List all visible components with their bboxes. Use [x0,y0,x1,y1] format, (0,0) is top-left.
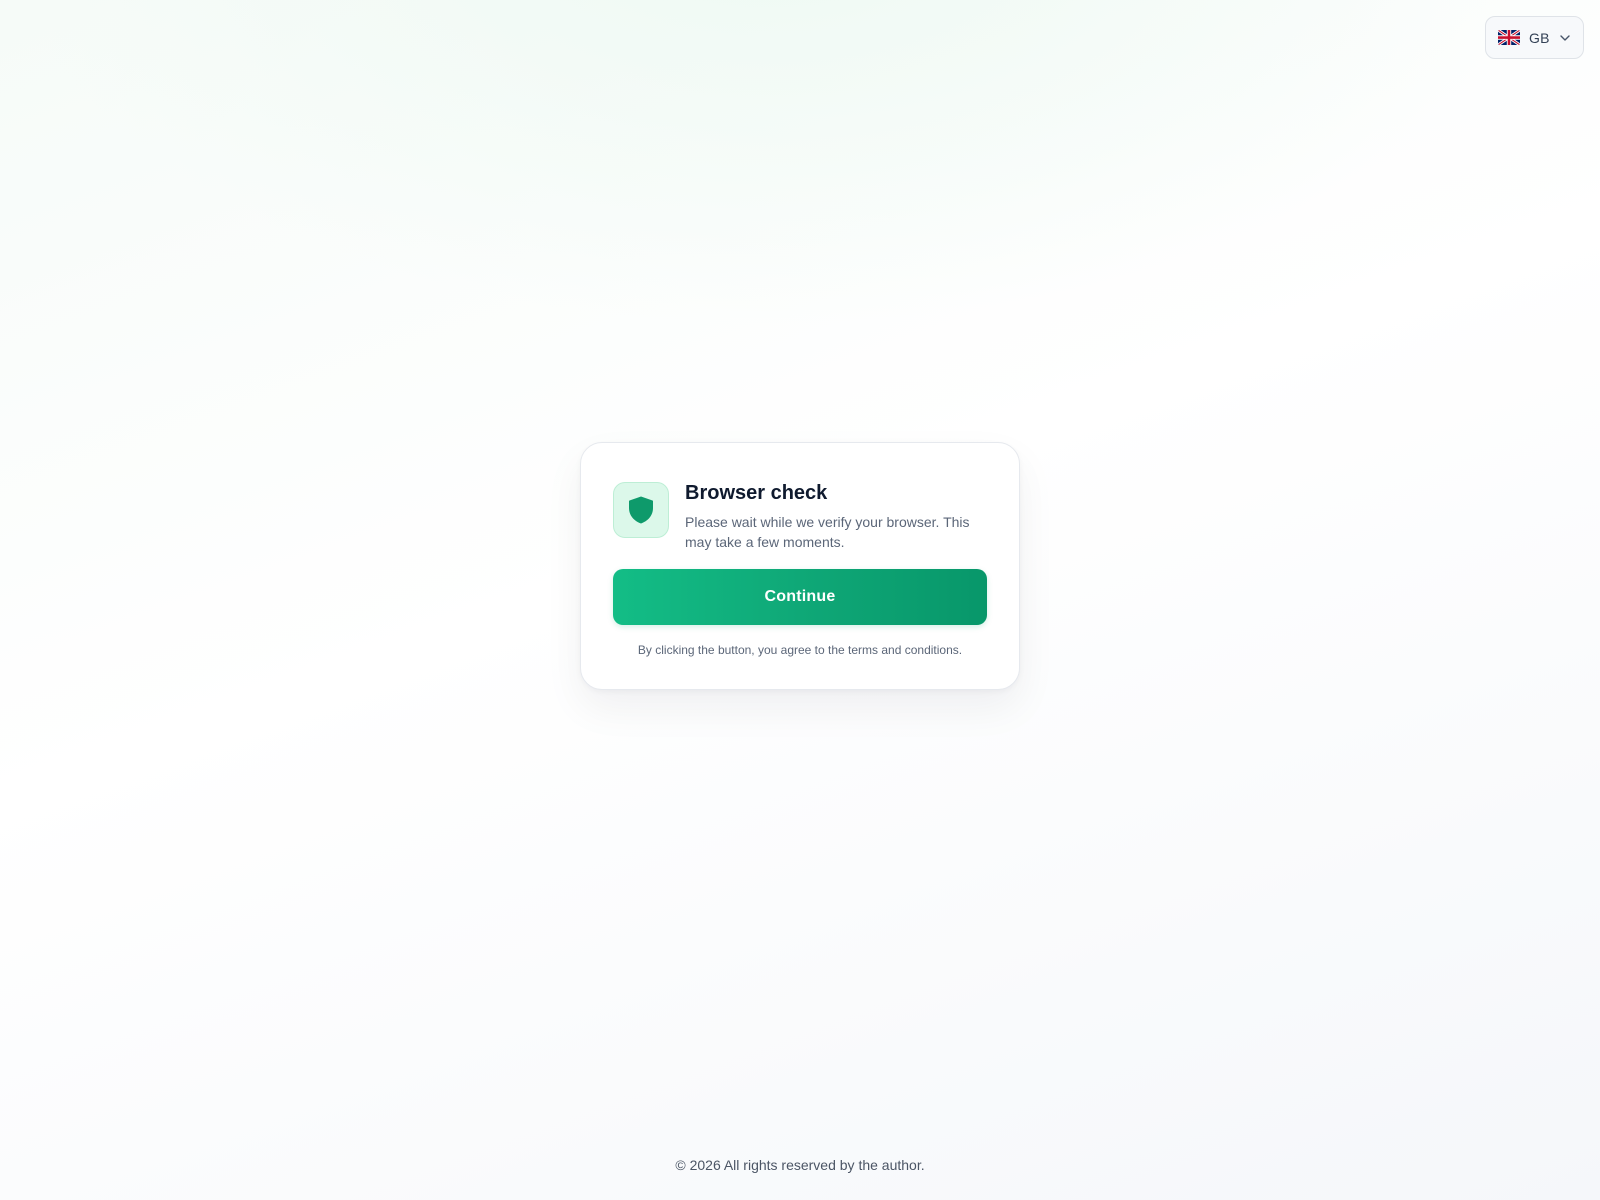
card-header-text: Browser check Please wait while we verif… [685,480,985,552]
continue-button[interactable]: Continue [613,569,987,625]
footer-copyright: © 2026 All rights reserved by the author… [675,1157,925,1173]
card-title: Browser check [685,482,828,504]
card-header: Browser check Please wait while we verif… [613,482,991,552]
shield-icon-container [613,482,669,538]
language-selector[interactable]: GB [1485,16,1584,59]
browser-check-card: Browser check Please wait while we verif… [580,442,1020,690]
chevron-down-icon [1560,34,1570,41]
card-description: Please wait while we verify your browser… [685,514,970,550]
terms-notice: By clicking the button, you agree to the… [637,643,963,657]
uk-flag-icon [1498,30,1520,45]
shield-icon [629,496,653,524]
language-code: GB [1529,29,1550,46]
